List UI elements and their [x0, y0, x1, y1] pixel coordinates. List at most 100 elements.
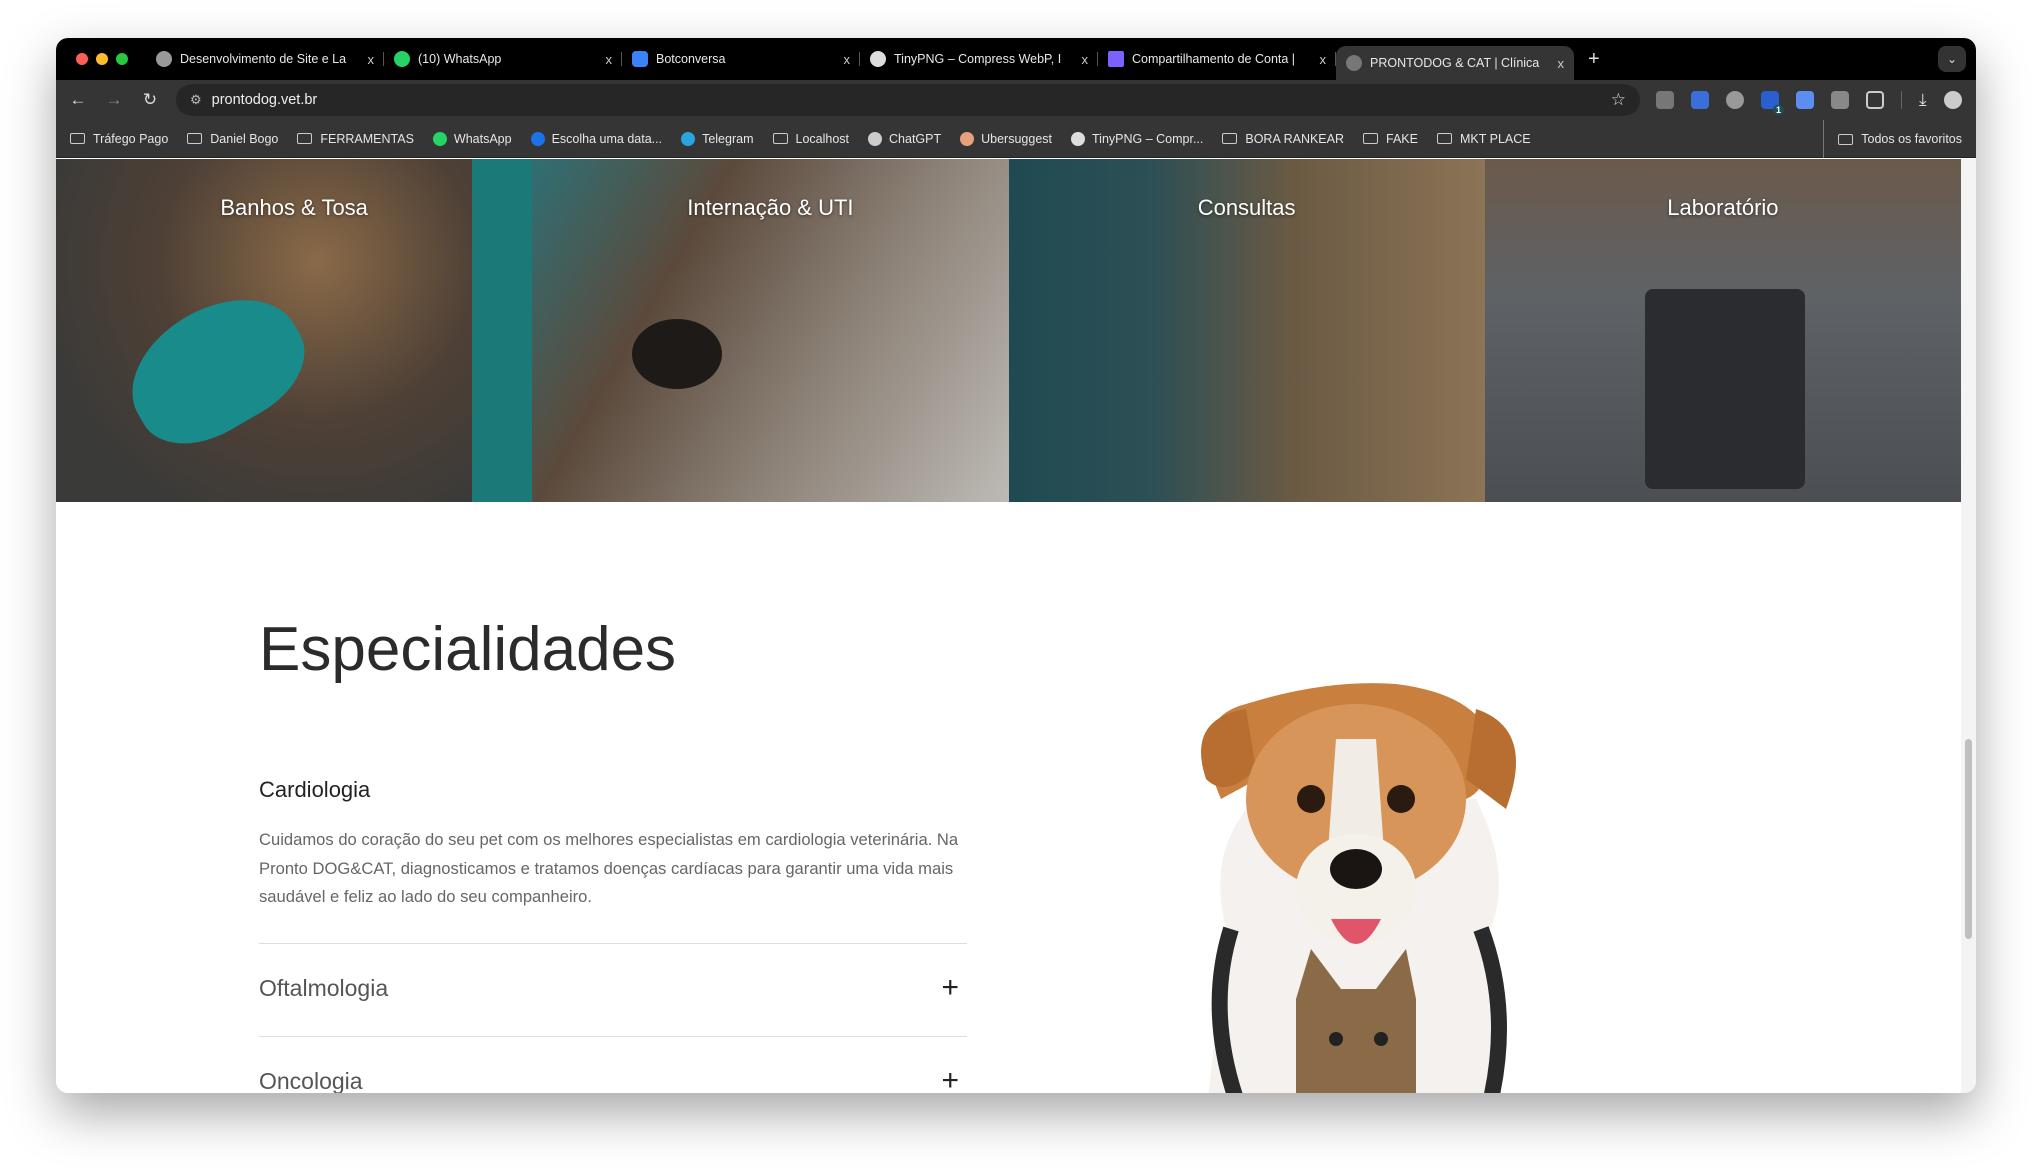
globe-icon — [1346, 55, 1362, 71]
plus-icon[interactable]: + — [941, 1064, 959, 1093]
tab-active[interactable]: PRONTODOG & CAT | Clínica x — [1336, 46, 1574, 80]
tab[interactable]: Desenvolvimento de Site e La x — [146, 43, 384, 75]
plus-icon[interactable]: + — [941, 971, 959, 1005]
dog-and-cat-image — [1201, 683, 1516, 1093]
reload-icon[interactable]: ↻ — [132, 90, 168, 110]
address-bar[interactable]: ⚙ prontodog.vet.br ☆ — [176, 84, 1640, 116]
tab-title: TinyPNG – Compress WebP, I — [894, 52, 1062, 66]
services-hero: Banhos & Tosa Internação & UTI Consultas… — [56, 159, 1961, 502]
bookmark-item[interactable]: WhatsApp — [432, 131, 512, 146]
bookmark-item[interactable]: FAKE — [1363, 132, 1418, 146]
bitwarden-extension-icon[interactable]: 1 — [1761, 91, 1784, 115]
close-tab-icon[interactable]: x — [1082, 52, 1089, 67]
bookmark-item[interactable]: TinyPNG – Compr... — [1071, 131, 1204, 146]
extension-badge: 1 — [1772, 105, 1784, 115]
bookmark-star-icon[interactable]: ☆ — [1611, 90, 1626, 110]
forward-arrow-icon[interactable]: → — [96, 90, 132, 110]
bookmark-item[interactable]: Tráfego Pago — [70, 132, 168, 146]
bookmark-item[interactable]: Localhost — [772, 132, 849, 146]
puzzle-extensions-icon[interactable] — [1866, 91, 1884, 109]
bookmark-item[interactable]: Ubersuggest — [960, 131, 1052, 146]
close-tab-icon[interactable]: x — [606, 52, 613, 67]
accordion-title: Oftalmologia — [259, 974, 389, 1001]
tab[interactable]: (10) WhatsApp x — [384, 43, 622, 75]
toolbar: ← → ↻ ⚙ prontodog.vet.br ☆ 1 ⤓ ⋮ — [56, 80, 1976, 120]
bookmark-label: FERRAMENTAS — [320, 131, 414, 146]
microscope-image — [1644, 289, 1805, 489]
close-tab-icon[interactable]: x — [844, 52, 851, 67]
bookmark-item[interactable]: Escolha uma data... — [530, 131, 663, 146]
tab-title: Botconversa — [656, 52, 726, 66]
tab-search-chevron-icon[interactable]: ⌄ — [1938, 46, 1966, 72]
service-consultas[interactable]: Consultas — [1008, 159, 1485, 502]
camera-extension-icon[interactable] — [1831, 91, 1849, 109]
bookmark-label: MKT PLACE — [1459, 131, 1531, 146]
folder-icon — [1436, 133, 1452, 144]
browser-window: Desenvolvimento de Site e La x (10) Whats… — [56, 38, 1976, 1093]
phone-extension-icon[interactable] — [1796, 91, 1814, 109]
bookmark-item[interactable]: FERRAMENTAS — [297, 132, 414, 146]
bookmark-label: Daniel Bogo — [210, 131, 279, 146]
all-bookmarks-label: Todos os favoritos — [1861, 132, 1962, 146]
accordion-item-cardiologia-title[interactable]: Cardiologia — [259, 777, 370, 803]
scrollbar[interactable] — [1961, 159, 1976, 1093]
bookmark-label: FAKE — [1386, 131, 1418, 146]
scrollbar-thumb[interactable] — [1965, 739, 1972, 939]
wp-extension-icon[interactable] — [1726, 91, 1744, 109]
tab-title: PRONTODOG & CAT | Clínica — [1370, 56, 1540, 70]
bookmark-label: WhatsApp — [453, 131, 512, 146]
code-extension-icon[interactable] — [1656, 91, 1674, 109]
bookmark-item[interactable]: MKT PLACE — [1436, 131, 1531, 146]
minimize-window-button[interactable] — [96, 53, 108, 65]
close-tab-icon[interactable]: x — [1558, 56, 1565, 71]
bookmark-label: Escolha uma data... — [551, 131, 663, 146]
divider — [1901, 91, 1902, 109]
close-tab-icon[interactable]: x — [1320, 52, 1327, 67]
service-banho-tosa[interactable]: Banhos & Tosa — [56, 159, 533, 502]
bookmark-item[interactable]: ChatGPT — [868, 131, 941, 146]
maximize-window-button[interactable] — [116, 53, 128, 65]
bookmark-item[interactable]: Daniel Bogo — [187, 132, 278, 146]
close-window-button[interactable] — [76, 53, 88, 65]
accordion-item-oncologia[interactable]: Oncologia + — [259, 1064, 967, 1093]
tab-title: Desenvolvimento de Site e La — [180, 52, 347, 66]
bookmark-label: TinyPNG – Compr... — [1092, 131, 1204, 146]
service-label: Laboratório — [1667, 195, 1779, 220]
folder-icon — [1838, 133, 1854, 145]
tab[interactable]: Botconversa x — [622, 43, 860, 75]
folder-icon — [297, 133, 313, 144]
section-title: Especialidades — [259, 615, 677, 684]
person-favicon-icon — [156, 51, 172, 67]
tab[interactable]: Compartilhamento de Conta | x — [1098, 43, 1336, 75]
download-icon[interactable]: ⤓ — [1919, 90, 1927, 110]
service-laboratorio[interactable]: Laboratório — [1484, 159, 1961, 502]
dog-nose-image — [632, 319, 723, 389]
bot-icon — [632, 51, 648, 67]
bookmark-label: Ubersuggest — [981, 131, 1052, 146]
folder-icon — [1222, 133, 1238, 144]
site-favicon-icon — [530, 131, 545, 146]
b-extension-icon[interactable] — [1691, 91, 1709, 109]
new-tab-button[interactable]: + — [1588, 48, 1600, 71]
bookmark-item[interactable]: Telegram — [681, 131, 754, 146]
service-internacao-uti[interactable]: Internação & UTI — [532, 159, 1009, 502]
accordion-title: Oncologia — [259, 1067, 363, 1094]
bookmark-item[interactable]: BORA RANKEAR — [1222, 132, 1344, 146]
bookmark-label: BORA RANKEAR — [1245, 131, 1345, 146]
close-tab-icon[interactable]: x — [368, 52, 375, 67]
divider — [259, 943, 967, 944]
tab[interactable]: TinyPNG – Compress WebP, I x — [860, 43, 1098, 75]
site-favicon-icon — [681, 131, 696, 146]
all-bookmarks[interactable]: Todos os favoritos — [1823, 120, 1962, 158]
bookmarks-bar: Tráfego Pago Daniel Bogo FERRAMENTAS WhatsA… — [56, 120, 1976, 158]
window-controls — [76, 53, 128, 65]
back-arrow-icon[interactable]: ← — [60, 90, 96, 110]
site-settings-icon[interactable]: ⚙ — [190, 92, 202, 108]
url-text[interactable]: prontodog.vet.br — [212, 92, 318, 108]
profile-avatar[interactable] — [1943, 91, 1962, 109]
service-label: Consultas — [1197, 195, 1296, 220]
site-favicon-icon — [1071, 131, 1085, 146]
site-favicon-icon — [868, 131, 883, 146]
h-logo-icon — [1108, 51, 1124, 67]
accordion-item-oftalmologia[interactable]: Oftalmologia + — [259, 971, 967, 1005]
